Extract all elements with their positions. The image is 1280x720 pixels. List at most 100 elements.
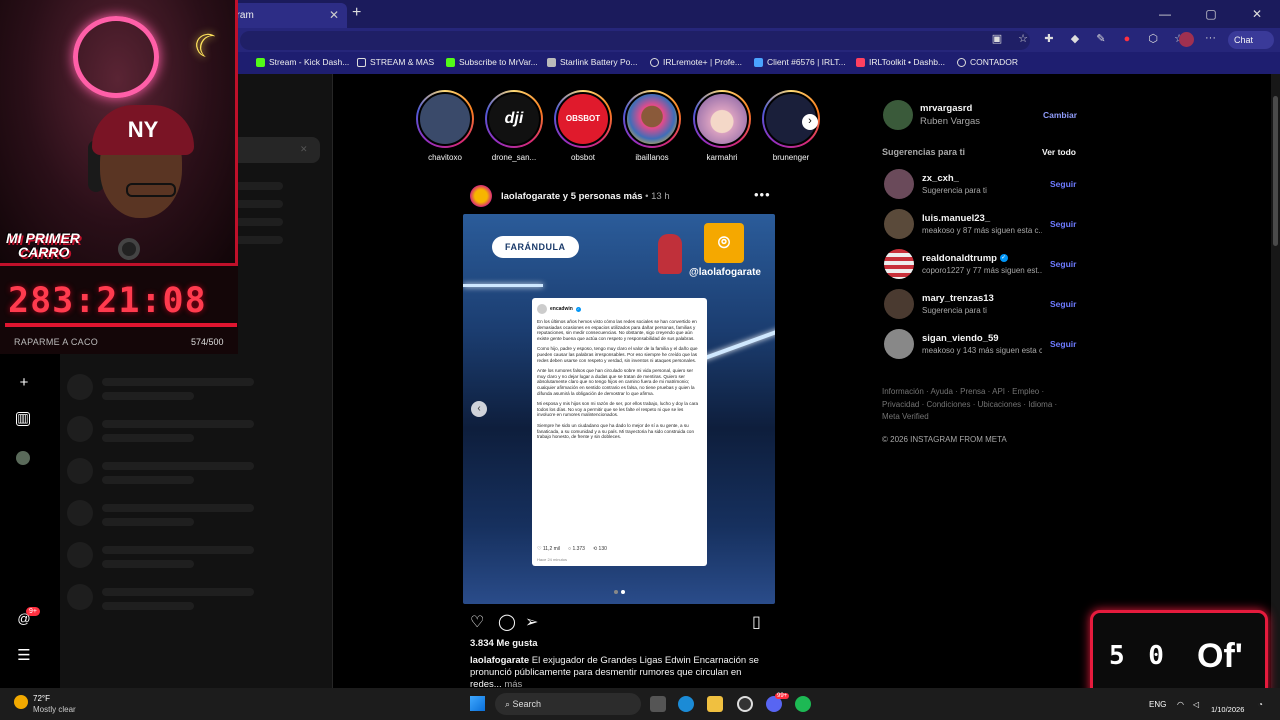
menu-hamburger-icon[interactable]: ☰ — [16, 648, 32, 664]
taskbar-search[interactable]: ⌕ Search — [495, 693, 641, 715]
suggestion-username[interactable]: luis.manuel23_ — [922, 213, 990, 224]
follow-button[interactable]: Seguir — [1050, 259, 1076, 269]
switch-account-link[interactable]: Cambiar — [1043, 110, 1077, 120]
my-avatar[interactable] — [883, 100, 913, 130]
suggestion-username[interactable]: zx_cxh_ — [922, 173, 959, 184]
profile-avatar[interactable] — [1179, 32, 1194, 47]
webcam-overlay: ☾ NY MI PRIMER CARRO — [0, 0, 238, 266]
extension-pen-icon[interactable]: ✎ — [1094, 32, 1108, 46]
post-options-icon[interactable]: ••• — [754, 187, 771, 202]
post-author-avatar[interactable] — [470, 185, 492, 207]
caption-username[interactable]: laolafogarate — [470, 655, 529, 666]
carousel-prev-chevron-icon[interactable]: ‹ — [471, 401, 487, 417]
browser-menu-icon[interactable]: ··· — [1205, 32, 1216, 44]
extension-diamond-icon[interactable]: ◆ — [1068, 32, 1082, 46]
split-screen-icon[interactable]: ▣ — [990, 32, 1004, 46]
footer-links[interactable]: Información · Ayuda · Prensa · API · Emp… — [882, 386, 1062, 424]
address-field[interactable] — [240, 31, 1030, 50]
bookmark-item[interactable]: STREAM & MAS — [357, 57, 434, 67]
bookmark-item[interactable]: IRLremote+ | Profe... — [650, 57, 742, 67]
follow-button[interactable]: Seguir — [1050, 179, 1076, 189]
copilot-chat-button[interactable]: Chat — [1228, 31, 1274, 49]
image-handle: @laolafogarate — [689, 267, 761, 278]
new-tab-plus-icon[interactable]: + — [352, 4, 361, 22]
my-full-name: Ruben Vargas — [920, 116, 981, 127]
extension-red-icon[interactable]: ● — [1120, 32, 1134, 46]
close-window-button[interactable]: ✕ — [1234, 0, 1280, 28]
suggestion-desc: coporo1227 y 77 más siguen est... — [922, 266, 1042, 275]
page-scrollbar[interactable] — [1271, 74, 1280, 688]
follow-button[interactable]: Seguir — [1050, 219, 1076, 229]
bookmark-item[interactable]: CONTADOR — [957, 57, 1018, 67]
suggestion-username[interactable]: sigan_viendo_59 — [922, 333, 999, 344]
tweet-avatar — [537, 304, 547, 314]
suggestion-username[interactable]: realdonaldtrump ✓ — [922, 253, 1008, 264]
task-view-icon[interactable] — [650, 696, 666, 712]
windows-start-icon[interactable] — [470, 696, 485, 711]
stories-next-chevron-icon[interactable]: › — [802, 114, 818, 130]
weather-temp[interactable]: 72°F — [33, 694, 50, 703]
suggestion-avatar[interactable] — [884, 289, 914, 319]
search-clear-icon[interactable]: ✕ — [300, 144, 308, 155]
likes-count[interactable]: 3.834 Me gusta — [470, 638, 538, 649]
scrollbar-thumb[interactable] — [1273, 96, 1278, 246]
skeleton-line — [102, 378, 254, 386]
suggestion-username[interactable]: mary_trenzas13 — [922, 293, 994, 304]
tab-close-icon[interactable]: ✕ — [329, 8, 339, 22]
share-icon[interactable]: ➢ — [525, 612, 538, 632]
notifications-bell-icon[interactable]: ◔ — [1258, 700, 1263, 709]
folder-icon — [357, 57, 366, 67]
comment-icon[interactable]: ◯ — [498, 612, 516, 632]
suggestion-avatar[interactable] — [884, 329, 914, 359]
language-indicator[interactable]: ENG — [1149, 700, 1166, 709]
timer-underline — [5, 323, 237, 327]
edge-browser-icon[interactable] — [678, 696, 694, 712]
suggestion-avatar[interactable] — [884, 209, 914, 239]
volume-icon[interactable]: ◁ — [1193, 700, 1199, 709]
suggestion-avatar[interactable] — [884, 169, 914, 199]
follow-button[interactable]: Seguir — [1050, 299, 1076, 309]
create-plus-icon[interactable]: + — [16, 375, 32, 391]
minimize-button[interactable]: — — [1142, 0, 1188, 28]
file-explorer-icon[interactable] — [707, 696, 723, 712]
screen: gram ✕ + — ▢ ✕ ▣ ☆ ✚ ◆ ✎ ● ⬡ ☆ ··· Chat … — [0, 0, 1280, 720]
like-heart-icon[interactable]: ♡ — [470, 612, 484, 632]
skeleton-line — [102, 392, 194, 400]
profile-avatar-icon[interactable] — [16, 451, 30, 465]
maximize-button[interactable]: ▢ — [1188, 0, 1234, 28]
skeleton-avatar — [67, 458, 93, 484]
extension-icon[interactable]: ✚ — [1042, 32, 1056, 46]
weather-desc[interactable]: Mostly clear — [33, 705, 76, 714]
spotify-icon[interactable] — [795, 696, 811, 712]
skeleton-line — [102, 434, 194, 442]
story-item[interactable]: dji drone_san... — [485, 90, 543, 162]
weather-moon-icon[interactable] — [14, 695, 28, 709]
my-username[interactable]: mrvargasrd — [920, 103, 972, 114]
extensions-puzzle-icon[interactable]: ⬡ — [1146, 32, 1160, 46]
follow-button[interactable]: Seguir — [1050, 339, 1076, 349]
bookmark-item[interactable]: Client #6576 | IRLT... — [754, 57, 846, 67]
story-item[interactable]: chavitoxo — [416, 90, 474, 162]
bookmark-item[interactable]: Subscribe to MrVar... — [446, 57, 538, 67]
favorite-star-icon[interactable]: ☆ — [1016, 32, 1030, 46]
story-item[interactable]: ibaillanos — [623, 90, 681, 162]
skeleton-avatar — [67, 500, 93, 526]
bookmark-item[interactable]: Starlink Battery Po... — [547, 57, 637, 67]
save-bookmark-icon[interactable]: ▯ — [752, 612, 761, 632]
story-item[interactable]: OBSBOT obsbot — [554, 90, 612, 162]
verified-badge-icon: ✓ — [999, 254, 1008, 263]
bookmark-item[interactable]: IRLToolkit • Dashb... — [856, 57, 945, 67]
post-image[interactable]: FARÁNDULA ⌾ @laolafogarate encadwin ✓ En … — [463, 214, 775, 604]
see-all-link[interactable]: Ver todo — [1042, 147, 1076, 157]
suggestion-avatar[interactable] — [884, 249, 914, 279]
bookmark-page-icon — [547, 57, 556, 67]
bookmark-item[interactable]: Stream - Kick Dash... — [256, 57, 349, 67]
taskbar-date[interactable]: 1/10/2026 — [1211, 705, 1244, 714]
tab-instagram[interactable]: gram ✕ — [225, 3, 347, 28]
post-author[interactable]: laolafogarate y 5 personas más • 13 h — [501, 191, 670, 202]
dashboard-chart-icon[interactable]: ▥ — [16, 412, 30, 426]
carro-title: MI PRIMER CARRO — [6, 231, 80, 259]
wifi-icon[interactable]: ◠ — [1177, 700, 1184, 709]
obs-icon[interactable] — [737, 696, 753, 712]
story-item[interactable]: karmahri — [693, 90, 751, 162]
